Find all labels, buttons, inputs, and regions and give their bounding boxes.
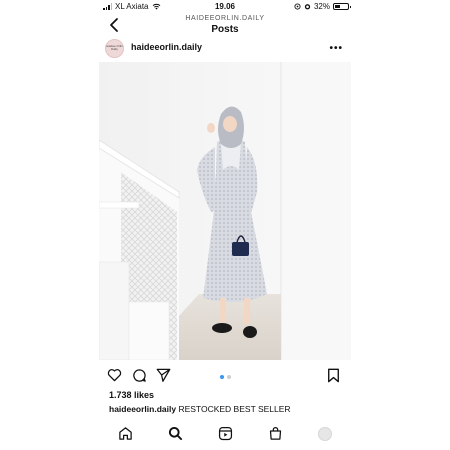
reels-icon[interactable] xyxy=(218,426,233,441)
carousel-dot-active xyxy=(220,375,224,379)
search-icon[interactable] xyxy=(168,426,183,441)
battery-icon xyxy=(333,3,351,10)
carousel-indicator xyxy=(220,375,231,379)
page-title: Posts xyxy=(211,24,239,35)
post-header: Haidee Orlin Daily haideeorlin.daily ••• xyxy=(99,38,351,62)
caption-text: RESTOCKED BEST SELLER xyxy=(178,404,291,414)
more-options-button[interactable]: ••• xyxy=(329,43,343,54)
avatar[interactable]: Haidee Orlin Daily xyxy=(105,39,124,58)
bottom-nav xyxy=(99,424,351,446)
shop-icon[interactable] xyxy=(268,426,283,441)
avatar-text: Haidee Orlin Daily xyxy=(106,44,123,51)
account-name: HAIDEEORLIN.DAILY xyxy=(185,15,265,22)
status-right: 32% xyxy=(294,2,351,11)
carousel-dot xyxy=(227,375,231,379)
likes-count[interactable]: 1.738 likes xyxy=(109,390,154,400)
location-icon xyxy=(294,3,301,10)
phone-screen: XL Axiata 19.06 32% HAIDEEORLIN.DAILY Po… xyxy=(99,0,351,450)
post-photo[interactable] xyxy=(99,62,351,360)
post-actions xyxy=(99,365,351,387)
comment-icon[interactable] xyxy=(132,368,147,383)
bookmark-icon[interactable] xyxy=(327,368,340,383)
status-bar: XL Axiata 19.06 32% xyxy=(99,0,351,14)
caption-username[interactable]: haideeorlin.daily xyxy=(109,404,176,414)
posts-header: HAIDEEORLIN.DAILY Posts xyxy=(99,14,351,38)
alarm-icon xyxy=(304,4,311,10)
heart-icon[interactable] xyxy=(107,368,122,382)
home-icon[interactable] xyxy=(118,426,133,441)
battery-percent: 32% xyxy=(313,2,330,11)
profile-avatar[interactable] xyxy=(318,427,332,441)
post-caption: haideeorlin.daily RESTOCKED BEST SELLER xyxy=(109,404,291,414)
post-username[interactable]: haideeorlin.daily xyxy=(131,42,202,52)
post-image xyxy=(99,62,351,360)
send-icon[interactable] xyxy=(156,368,171,382)
